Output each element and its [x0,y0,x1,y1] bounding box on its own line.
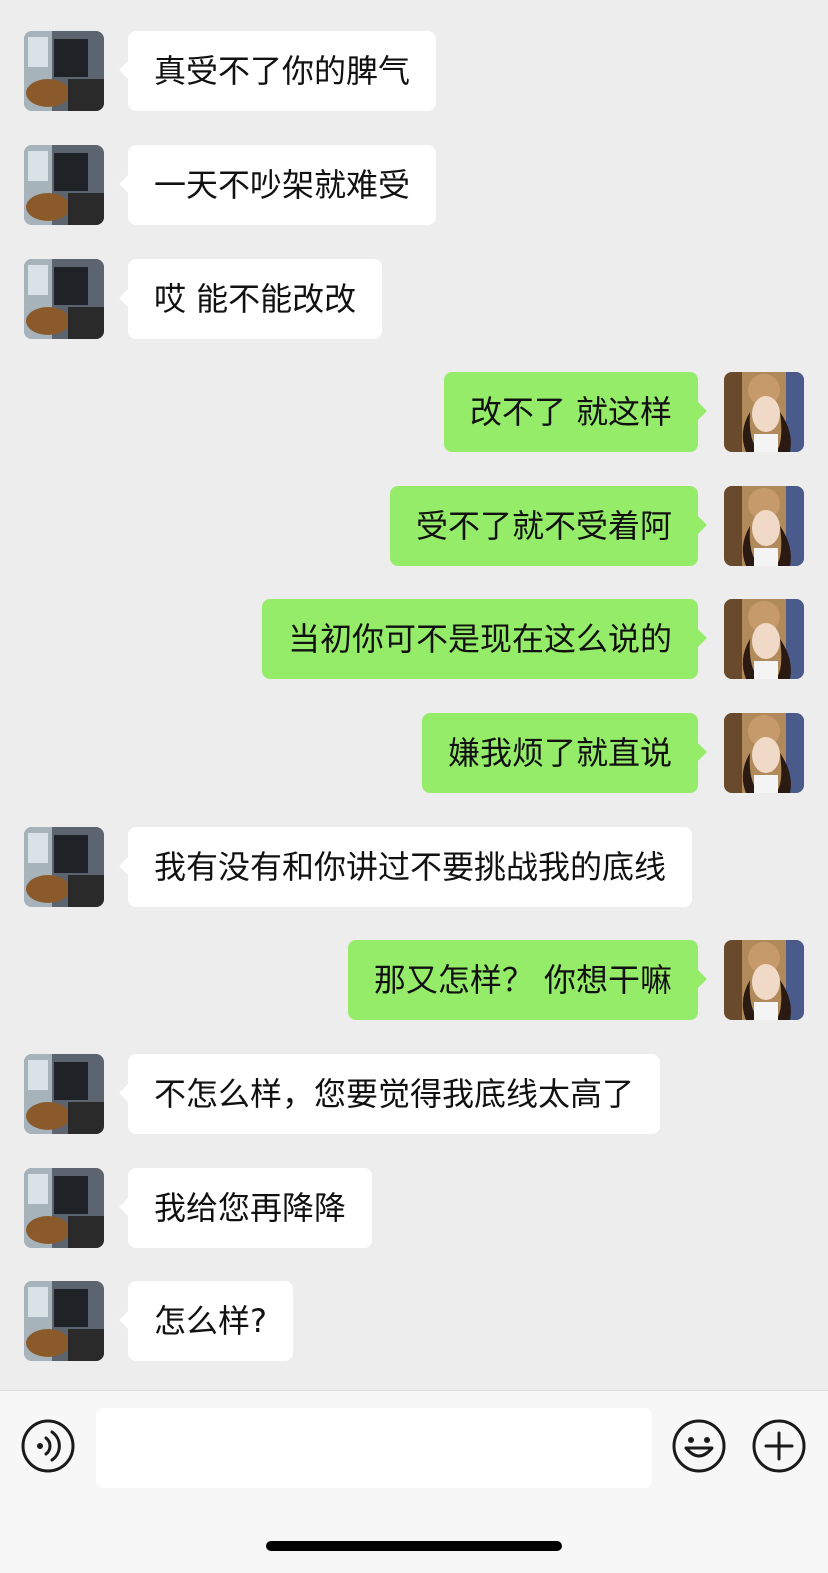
message-row: 那又怎样？ 你想干嘛 [0,940,828,1020]
message-bubble-incoming[interactable]: 我给您再降降 [128,1168,373,1248]
chat-message-list[interactable]: 真受不了你的脾气 一天不吵架就难受 哎 能不能改改 改不了 就这样 受不了就不受… [0,0,828,1390]
message-row: 怎么样? [0,1281,828,1361]
emoji-icon[interactable] [671,1418,727,1474]
message-bubble-outgoing[interactable]: 嫌我烦了就直说 [421,713,698,793]
message-bubble-outgoing[interactable]: 当初你可不是现在这么说的 [261,599,698,679]
message-bubble-incoming[interactable]: 真受不了你的脾气 [128,31,437,111]
contact-avatar[interactable] [24,1168,104,1248]
my-avatar[interactable] [724,940,804,1020]
message-bubble-incoming[interactable]: 不怎么样，您要觉得我底线太高了 [128,1054,661,1134]
message-bubble-incoming[interactable]: 一天不吵架就难受 [128,145,437,225]
message-row: 哎 能不能改改 [0,259,828,339]
message-row: 真受不了你的脾气 [0,31,828,111]
message-bubble-incoming[interactable]: 我有没有和你讲过不要挑战我的底线 [128,827,693,907]
contact-avatar[interactable] [24,259,104,339]
message-bubble-outgoing[interactable]: 受不了就不受着阿 [389,486,698,566]
message-row: 我给您再降降 [0,1168,828,1248]
message-row: 嫌我烦了就直说 [0,713,828,793]
message-row: 不怎么样，您要觉得我底线太高了 [0,1054,828,1134]
message-row: 受不了就不受着阿 [0,486,828,566]
voice-icon[interactable] [20,1418,76,1474]
plus-icon[interactable] [751,1418,807,1474]
message-row: 我有没有和你讲过不要挑战我的底线 [0,827,828,907]
message-input[interactable] [96,1408,652,1488]
my-avatar[interactable] [724,599,804,679]
contact-avatar[interactable] [24,827,104,907]
message-bubble-outgoing[interactable]: 改不了 就这样 [443,372,698,452]
message-row: 一天不吵架就难受 [0,145,828,225]
my-avatar[interactable] [724,486,804,566]
home-indicator[interactable] [266,1541,562,1551]
my-avatar[interactable] [724,713,804,793]
contact-avatar[interactable] [24,31,104,111]
message-bubble-incoming[interactable]: 怎么样? [128,1281,293,1361]
message-bubble-outgoing[interactable]: 那又怎样？ 你想干嘛 [347,940,698,1020]
contact-avatar[interactable] [24,1281,104,1361]
message-row: 当初你可不是现在这么说的 [0,599,828,679]
message-row: 改不了 就这样 [0,372,828,452]
my-avatar[interactable] [724,372,804,452]
contact-avatar[interactable] [24,1054,104,1134]
message-bubble-incoming[interactable]: 哎 能不能改改 [128,259,383,339]
contact-avatar[interactable] [24,145,104,225]
